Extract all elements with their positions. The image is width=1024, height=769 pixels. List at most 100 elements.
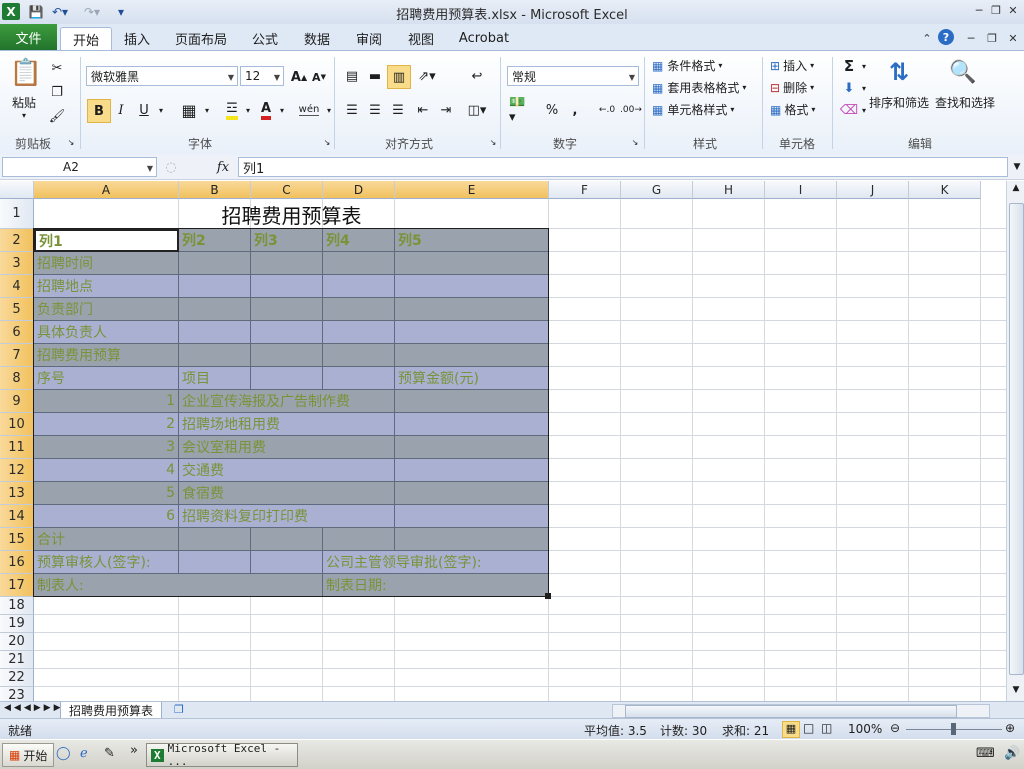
normal-view-icon[interactable]: ▦ <box>782 721 800 738</box>
empty-cell[interactable] <box>323 344 395 367</box>
row-header-23[interactable]: 23 <box>0 687 34 701</box>
format-painter-icon[interactable]: 🖌 <box>46 105 68 127</box>
empty-cell[interactable] <box>179 298 251 321</box>
row-header-18[interactable]: 18 <box>0 597 34 615</box>
format-as-table-button[interactable]: ▦ 套用表格格式 ▾ <box>652 79 746 96</box>
empty-cell[interactable] <box>395 344 549 367</box>
empty-cell[interactable] <box>179 551 251 574</box>
label-cell[interactable]: 项目 <box>179 367 251 390</box>
insert-cells-button[interactable]: ⊞ 插入 ▾ <box>770 57 814 74</box>
number-launcher-icon[interactable]: ↘ <box>630 135 640 149</box>
vertical-scroll-thumb[interactable] <box>1009 203 1024 675</box>
tab-insert[interactable]: 插入 <box>116 27 158 50</box>
workbook-close-icon[interactable]: ✕ <box>1004 30 1022 46</box>
minimize-icon[interactable]: ─ <box>970 2 988 18</box>
row-header-21[interactable]: 21 <box>0 651 34 669</box>
horizontal-scroll-thumb[interactable] <box>625 705 957 718</box>
empty-cell[interactable] <box>395 252 549 275</box>
label-cell[interactable]: 公司主管领导审批(签字): <box>323 551 549 574</box>
tab-page-layout[interactable]: 页面布局 <box>170 27 232 50</box>
wrap-text-icon[interactable]: ↩ <box>466 65 488 87</box>
column-header-b[interactable]: B <box>179 181 251 199</box>
row-header-15[interactable]: 15 <box>0 528 34 551</box>
header-cell[interactable]: 列2 <box>179 229 251 252</box>
file-tab[interactable]: 文件 <box>0 24 57 50</box>
collapse-ribbon-icon[interactable]: ⌃ <box>918 30 936 46</box>
tab-view[interactable]: 视图 <box>400 27 442 50</box>
row-header-22[interactable]: 22 <box>0 669 34 687</box>
scroll-down-icon[interactable]: ▼ <box>1009 685 1023 697</box>
item-number-cell[interactable]: 4 <box>34 459 179 482</box>
empty-cell[interactable] <box>251 252 323 275</box>
expand-formula-bar-icon[interactable]: ▼ <box>1006 156 1024 178</box>
row-header-17[interactable]: 17 <box>0 574 34 597</box>
italic-button[interactable]: I <box>110 99 132 121</box>
sort-filter-button[interactable]: 排序和筛选 <box>869 94 929 111</box>
font-size-select[interactable]: 12 ▼ <box>240 66 284 86</box>
autosum-dropdown-icon[interactable]: ▾ <box>853 55 875 77</box>
item-name-cell[interactable]: 交通费 <box>179 459 395 482</box>
amount-cell[interactable] <box>395 413 549 436</box>
row-header-6[interactable]: 6 <box>0 321 34 344</box>
taskbar-excel-window[interactable]: X Microsoft Excel - ... <box>146 742 298 768</box>
row-header-9[interactable]: 9 <box>0 390 34 413</box>
item-number-cell[interactable]: 3 <box>34 436 179 459</box>
row-header-3[interactable]: 3 <box>0 252 34 275</box>
column-header-g[interactable]: G <box>621 181 693 199</box>
orientation-icon[interactable]: ⇗▾ <box>416 65 438 87</box>
empty-cell[interactable] <box>179 252 251 275</box>
amount-cell[interactable] <box>395 505 549 528</box>
zoom-out-icon[interactable]: ⊖ <box>890 721 900 735</box>
label-cell[interactable]: 招聘费用预算 <box>34 344 179 367</box>
copy-icon[interactable]: ❐ <box>46 81 68 103</box>
empty-cell[interactable] <box>251 298 323 321</box>
middle-align-icon[interactable]: ▬ <box>364 65 386 87</box>
quick-launch-icon[interactable]: ✎ <box>104 746 115 761</box>
column-header-j[interactable]: J <box>837 181 909 199</box>
empty-cell[interactable] <box>179 528 251 551</box>
page-break-view-icon[interactable]: ◫ <box>821 721 832 735</box>
column-header-c[interactable]: C <box>251 181 323 199</box>
item-name-cell[interactable]: 招聘资料复印打印费 <box>179 505 395 528</box>
tab-home[interactable]: 开始 <box>60 27 112 51</box>
restore-icon[interactable]: ❐ <box>987 2 1005 18</box>
empty-cell[interactable] <box>323 528 395 551</box>
zoom-slider-thumb[interactable] <box>951 723 956 735</box>
label-cell[interactable]: 序号 <box>34 367 179 390</box>
formula-input[interactable]: 列1 <box>238 157 1008 177</box>
merge-center-icon[interactable]: ◫▾ <box>466 99 488 121</box>
underline-dropdown-icon[interactable]: ▾ <box>150 99 172 121</box>
empty-cell[interactable] <box>323 275 395 298</box>
label-cell[interactable]: 预算审核人(签字): <box>34 551 179 574</box>
paste-dropdown-icon[interactable]: ▾ <box>22 111 26 120</box>
row-header-4[interactable]: 4 <box>0 275 34 298</box>
empty-cell[interactable] <box>251 528 323 551</box>
empty-cell[interactable] <box>395 275 549 298</box>
number-format-select[interactable]: 常规 ▼ <box>507 66 639 86</box>
worksheet-grid[interactable]: ABCDEFGHIJK 1 2 3 4 5 6 7 8 9 10 11 12 13 14 15 16 17 18 1… <box>0 181 1006 701</box>
empty-cell[interactable] <box>251 344 323 367</box>
phonetic-dropdown-icon[interactable]: ▾ <box>318 99 340 121</box>
empty-cell[interactable] <box>251 275 323 298</box>
insert-function-button[interactable]: fx <box>212 156 234 178</box>
paste-icon[interactable]: 📋 <box>10 57 42 89</box>
header-cell[interactable]: 列5 <box>395 229 549 252</box>
fill-handle[interactable] <box>545 593 551 599</box>
increase-indent-icon[interactable]: ⇥ <box>435 99 457 121</box>
volume-tray-icon[interactable]: 🔊 <box>1004 746 1020 761</box>
row-header-11[interactable]: 11 <box>0 436 34 459</box>
column-header-a[interactable]: A <box>34 181 179 199</box>
item-number-cell[interactable]: 1 <box>34 390 179 413</box>
internet-explorer-icon[interactable]: ℯ <box>80 746 88 761</box>
clipboard-launcher-icon[interactable]: ↘ <box>66 135 76 149</box>
row-header-19[interactable]: 19 <box>0 615 34 633</box>
decrease-indent-icon[interactable]: ⇤ <box>412 99 434 121</box>
tab-review[interactable]: 审阅 <box>348 27 390 50</box>
item-number-cell[interactable]: 2 <box>34 413 179 436</box>
empty-cell[interactable] <box>395 298 549 321</box>
column-header-h[interactable]: H <box>693 181 765 199</box>
empty-cell[interactable] <box>179 275 251 298</box>
sheet-nav-icon[interactable]: ◀◀◀▶▶▶ <box>4 703 64 713</box>
borders-dropdown-icon[interactable]: ▾ <box>196 99 218 121</box>
label-cell[interactable]: 预算金额(元) <box>395 367 549 390</box>
